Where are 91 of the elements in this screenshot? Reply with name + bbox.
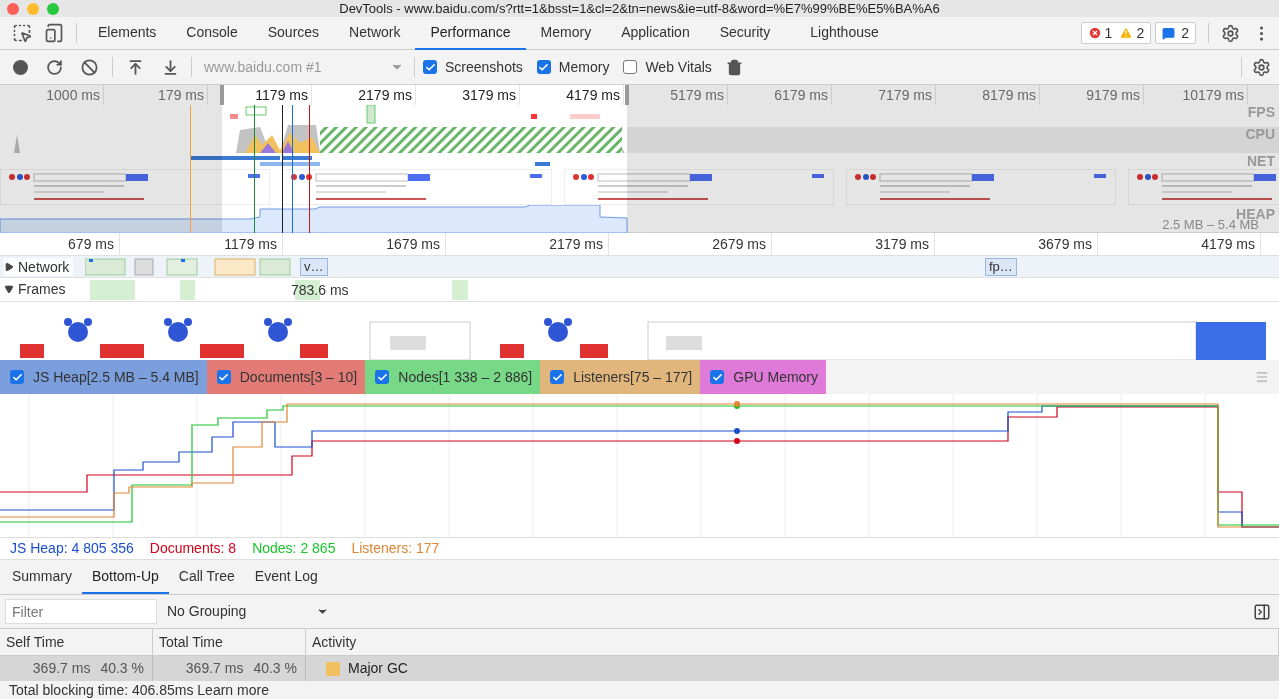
checkbox-label: Memory	[558, 57, 610, 77]
column-header[interactable]: Activity	[306, 629, 1279, 655]
checkbox[interactable]	[216, 370, 231, 384]
counter-toggle[interactable]: GPU Memory	[700, 360, 827, 394]
checkbox[interactable]	[623, 60, 638, 74]
record-icon[interactable]	[13, 59, 28, 75]
window-title: DevTools - www.baidu.com/s?rtt=1&bsst=1&cl=2&tn=news&ie=utf-8&word=%E7%99%BE%E5%BA%A6	[339, 0, 940, 17]
collapsed-triangle-icon	[4, 262, 14, 272]
learn-more-link[interactable]: Learn more	[197, 682, 269, 698]
checkbox[interactable]	[710, 370, 725, 384]
selection-handle[interactable]	[220, 85, 224, 105]
counter-reading: Documents: 8	[149, 539, 237, 558]
time-label: 9179 ms	[1040, 85, 1144, 105]
column-header[interactable]: Total Time	[153, 629, 306, 655]
track-label: CPU	[1245, 126, 1275, 142]
time-label: 4179 ms	[1098, 233, 1261, 255]
counter-toggle[interactable]: Nodes[1 338 – 2 886]	[365, 360, 541, 394]
column-header[interactable]: Self Time	[0, 629, 153, 655]
time-label: 8179 ms	[936, 85, 1040, 105]
upload-icon[interactable]	[127, 58, 144, 76]
warning-icon	[1119, 26, 1134, 40]
panel-tab[interactable]: Sources	[252, 16, 335, 50]
blocking-time-text: Total blocking time: 406.85ms Learn more	[9, 682, 269, 698]
time-label: 1179 ms	[120, 233, 283, 255]
message-icon	[1162, 26, 1176, 40]
counter-reading: JS Heap: 4 805 356	[10, 539, 134, 558]
counter-reading: Listeners: 177	[351, 539, 440, 558]
checkbox[interactable]	[10, 370, 24, 384]
panel-tab[interactable]: Network	[334, 16, 416, 50]
time-label: 2179 ms	[446, 233, 609, 255]
timeline-overview[interactable]: 1000 ms 179 ms 1179 ms 2179 ms 3179 ms 4179 ms 5179 ms 6179 ms 7179 ms 8179 ms 9179 ms 10179 ms FPS CPU NET HEAP 2.5 MB – 5.4 MB	[0, 85, 1279, 233]
panel-tab[interactable]: Memory	[525, 16, 607, 50]
download-icon[interactable]	[162, 58, 179, 76]
time-label: 679 ms	[0, 233, 120, 255]
table-row[interactable]: 369.7 ms 40.3 % 369.7 ms 40.3 % Major GC	[0, 656, 1279, 681]
time-label: 179 ms	[104, 85, 208, 105]
checkbox[interactable]	[536, 60, 551, 74]
time-label: 2679 ms	[609, 233, 772, 255]
grouping-select[interactable]: No Grouping	[167, 601, 329, 622]
settings-icon[interactable]	[1221, 23, 1240, 43]
checkbox-label: Web Vitals	[645, 57, 712, 77]
activity-name: Major GC	[348, 659, 408, 678]
sidebar-toggle-icon[interactable]	[1253, 602, 1271, 621]
time-label: 3179 ms	[772, 233, 935, 255]
value-dot	[734, 438, 740, 444]
time-label: 3679 ms	[935, 233, 1098, 255]
device-toolbar-icon[interactable]	[44, 23, 64, 43]
clear-icon[interactable]	[81, 58, 98, 76]
counter-toggle[interactable]: Listeners[75 – 177]	[540, 360, 701, 394]
network-request: fp…	[985, 258, 1017, 276]
filter-field[interactable]: Filter	[5, 599, 157, 624]
messages-badge[interactable]: 2	[1155, 22, 1196, 44]
time-label: 3179 ms	[416, 85, 520, 105]
checkbox-label: Screenshots	[445, 57, 523, 77]
expanded-triangle-icon	[4, 284, 14, 294]
checkbox[interactable]	[375, 370, 390, 384]
time-label: 1679 ms	[283, 233, 446, 255]
selection-handle[interactable]	[625, 85, 629, 105]
counter-toggle[interactable]: JS Heap[2.5 MB – 5.4 MB]	[0, 360, 207, 394]
track-header[interactable]: Network	[4, 258, 74, 276]
frame-duration: 783.6 ms	[291, 281, 349, 299]
checkbox[interactable]	[423, 60, 437, 74]
time-label: 1000 ms	[0, 85, 104, 105]
panel-tab[interactable]: Security	[704, 16, 786, 50]
network-request: v…	[300, 258, 328, 276]
details-tab[interactable]: Call Tree	[168, 560, 245, 594]
details-tab[interactable]: Event Log	[244, 560, 328, 594]
time-label: 6179 ms	[728, 85, 832, 105]
panel-tab[interactable]: Console	[171, 16, 253, 50]
close-window-icon[interactable]	[7, 3, 19, 15]
panel-tab[interactable]: Lighthouse	[795, 16, 894, 50]
trash-icon[interactable]	[725, 58, 743, 76]
time-label: 10179 ms	[1144, 85, 1248, 105]
track-label: FPS	[1247, 104, 1275, 120]
track-label: NET	[1247, 153, 1275, 169]
value-dot	[734, 428, 740, 434]
checkbox[interactable]	[550, 370, 565, 384]
time-label: 7179 ms	[832, 85, 936, 105]
capture-settings-icon[interactable]	[1252, 57, 1271, 77]
warning-count: 2	[1136, 23, 1145, 43]
issues-badge[interactable]: 1 2	[1080, 22, 1152, 44]
details-tab[interactable]: Summary	[2, 560, 82, 594]
time-label: 4179 ms	[520, 85, 624, 105]
counter-reading: Nodes: 2 865	[252, 539, 336, 558]
error-icon	[1087, 26, 1102, 40]
panel-tab[interactable]: Elements	[83, 16, 172, 50]
inspect-element-icon[interactable]	[12, 23, 32, 43]
reload-icon[interactable]	[46, 58, 63, 76]
error-count: 1	[1104, 23, 1113, 43]
panel-tab[interactable]: Application	[606, 16, 705, 50]
counter-toggle[interactable]: Documents[3 – 10]	[206, 360, 366, 394]
